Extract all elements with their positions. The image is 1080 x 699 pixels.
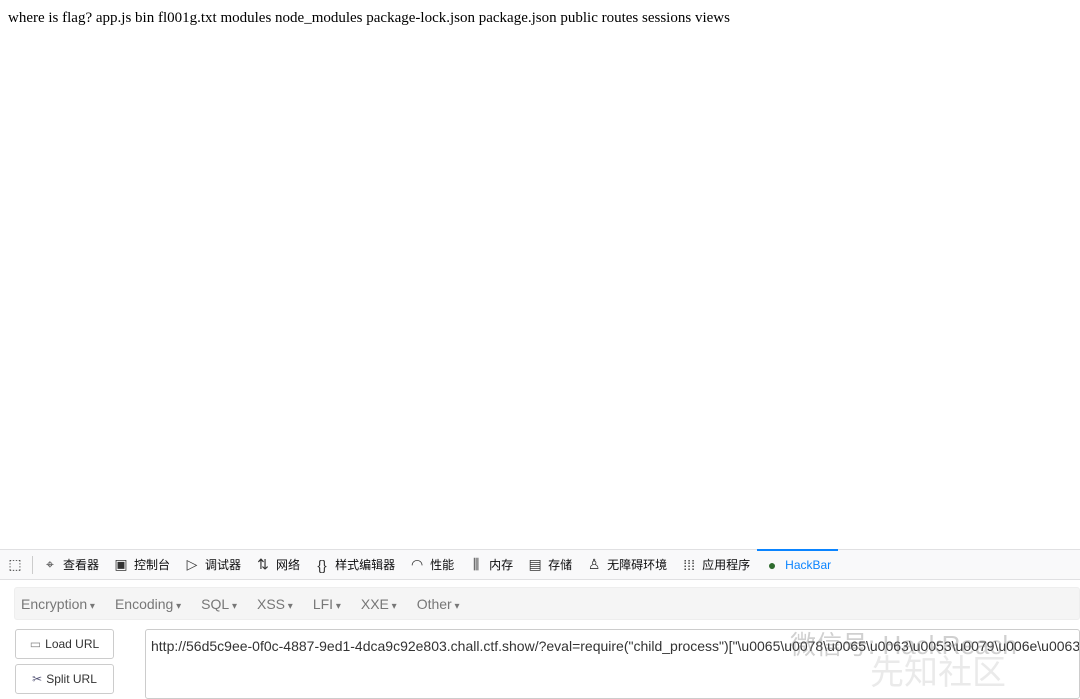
split-url-button[interactable]: ✂ Split URL [15, 664, 114, 694]
menu-xss[interactable]: XSS [257, 596, 293, 612]
menu-xxe[interactable]: XXE [361, 596, 397, 612]
button-label: Load URL [45, 637, 100, 651]
console-icon: ▣ [114, 556, 128, 572]
performance-icon: ◠ [410, 556, 424, 572]
devtools-panel: ⬚ ⌖ 查看器 ▣ 控制台 ▷ 调试器 ⇅ 网络 {} 样式编辑器 ◠ 性能 ⫼ 内存 ▤ 存储… [0, 548, 1080, 699]
tab-label: 性能 [430, 558, 455, 572]
menu-encoding[interactable]: Encoding [115, 596, 181, 612]
menu-other[interactable]: Other [417, 596, 460, 612]
divider [32, 555, 33, 574]
tab-label: HackBar [785, 557, 832, 572]
button-label: Split URL [46, 672, 97, 686]
menu-lfi[interactable]: LFI [313, 596, 341, 612]
tab-label: 无障碍环境 [607, 558, 668, 572]
memory-icon: ⫼ [472, 556, 480, 572]
storage-icon: ▤ [528, 556, 542, 572]
tab-label: 控制台 [134, 558, 171, 572]
tab-label: 样式编辑器 [335, 558, 396, 572]
tab-label: 查看器 [63, 558, 100, 572]
pick-element-icon: ⬚ [8, 556, 22, 572]
tab-label: 应用程序 [702, 558, 751, 572]
tab-label: 内存 [489, 558, 514, 572]
devtools-toolbar: ⬚ ⌖ 查看器 ▣ 控制台 ▷ 调试器 ⇅ 网络 {} 样式编辑器 ◠ 性能 ⫼ 内存 ▤ 存储… [0, 548, 1080, 580]
tab-label: 调试器 [205, 558, 242, 572]
load-url-button[interactable]: ▭ Load URL [15, 629, 114, 659]
scissors-icon: ✂ [32, 672, 43, 686]
hackbar-menubar: Encryption Encoding SQL XSS LFI XXE Othe… [14, 587, 1080, 620]
tab-label: 存储 [548, 558, 573, 572]
tab-storage[interactable]: ▤ 存储 [520, 550, 579, 580]
debugger-icon: ▷ [186, 556, 198, 572]
tab-performance[interactable]: ◠ 性能 [402, 550, 461, 580]
page-output-text: where is flag? app.js bin fl001g.txt mod… [8, 10, 730, 26]
tab-hackbar[interactable]: ● HackBar [757, 548, 839, 580]
tab-application[interactable]: ⁞⁞⁞ 应用程序 [674, 550, 757, 580]
accessibility-icon: ♙ [587, 556, 601, 572]
inspector-icon: ⌖ [46, 556, 54, 572]
tab-console[interactable]: ▣ 控制台 [106, 550, 177, 580]
tab-memory[interactable]: ⫼ 内存 [461, 550, 520, 580]
menu-encryption[interactable]: Encryption [21, 596, 95, 612]
tab-debugger[interactable]: ▷ 调试器 [177, 550, 248, 580]
tab-accessibility[interactable]: ♙ 无障碍环境 [579, 550, 674, 580]
tab-inspector[interactable]: ⌖ 查看器 [35, 550, 106, 580]
url-input[interactable]: http://56d5c9ee-0f0c-4887-9ed1-4dca9c92e… [145, 629, 1080, 699]
hackbar-icon: ● [767, 556, 777, 573]
style-editor-icon: {} [317, 556, 327, 573]
tab-network[interactable]: ⇅ 网络 [248, 550, 307, 580]
element-picker-button[interactable]: ⬚ [0, 550, 30, 580]
network-icon: ⇅ [257, 556, 269, 572]
tab-style-editor[interactable]: {} 样式编辑器 [307, 550, 402, 580]
load-icon: ▭ [29, 637, 42, 651]
application-icon: ⁞⁞⁞ [683, 556, 695, 573]
tab-label: 网络 [276, 558, 301, 572]
menu-sql[interactable]: SQL [201, 596, 237, 612]
